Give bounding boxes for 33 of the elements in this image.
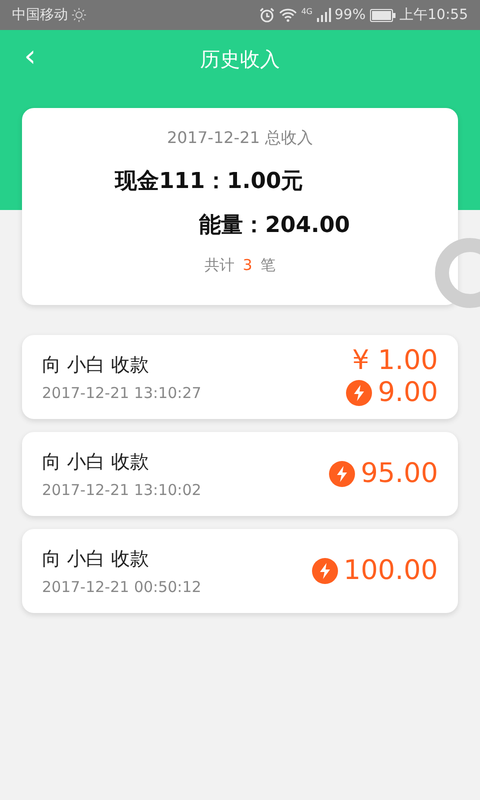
record-title: 向 小白 收款: [42, 353, 150, 378]
page-title: 历史收入: [200, 46, 280, 72]
battery-level: 99%: [334, 7, 366, 23]
count-unit: 笔: [260, 256, 276, 275]
energy-amount: 9.00: [378, 377, 438, 409]
network-type: 4G: [301, 7, 313, 16]
record-card[interactable]: 向 小白 收款 2017-12-21 00:50:12 100.00: [22, 529, 458, 613]
lightning-icon: [312, 558, 338, 584]
energy-amount: 100.00: [344, 555, 438, 587]
floating-ring-icon[interactable]: [435, 238, 480, 308]
record-count: 3: [242, 256, 252, 275]
alarm-icon: [259, 7, 276, 23]
sun-icon: [72, 8, 86, 22]
energy-total: 能量：204.00: [198, 212, 350, 240]
record-title: 向 小白 收款: [42, 547, 150, 572]
summary-date: 2017-12-21 总收入: [166, 128, 314, 149]
battery-icon: [370, 8, 396, 22]
record-title: 向 小白 收款: [42, 450, 150, 475]
carrier-name: 中国移动: [12, 6, 68, 24]
record-time: 2017-12-21 00:50:12: [42, 578, 202, 596]
cash-amount: ¥ 1.00: [352, 345, 438, 377]
record-time: 2017-12-21 13:10:27: [42, 384, 202, 402]
signal-icon: [316, 8, 331, 22]
energy-amount: 95.00: [360, 458, 438, 490]
cash-total: 现金111：1.00元: [115, 168, 304, 196]
record-card[interactable]: 向 小白 收款 2017-12-21 13:10:02 95.00: [22, 432, 458, 516]
wifi-icon: [279, 8, 298, 22]
record-card[interactable]: 向 小白 收款 2017-12-21 13:10:27 ¥ 1.00 9.00: [22, 335, 458, 419]
count-label: 共计: [204, 256, 235, 275]
lightning-icon: [346, 380, 372, 406]
record-time: 2017-12-21 13:10:02: [42, 481, 202, 499]
clock-time: 上午10:55: [400, 6, 468, 24]
lightning-icon: [328, 461, 355, 487]
